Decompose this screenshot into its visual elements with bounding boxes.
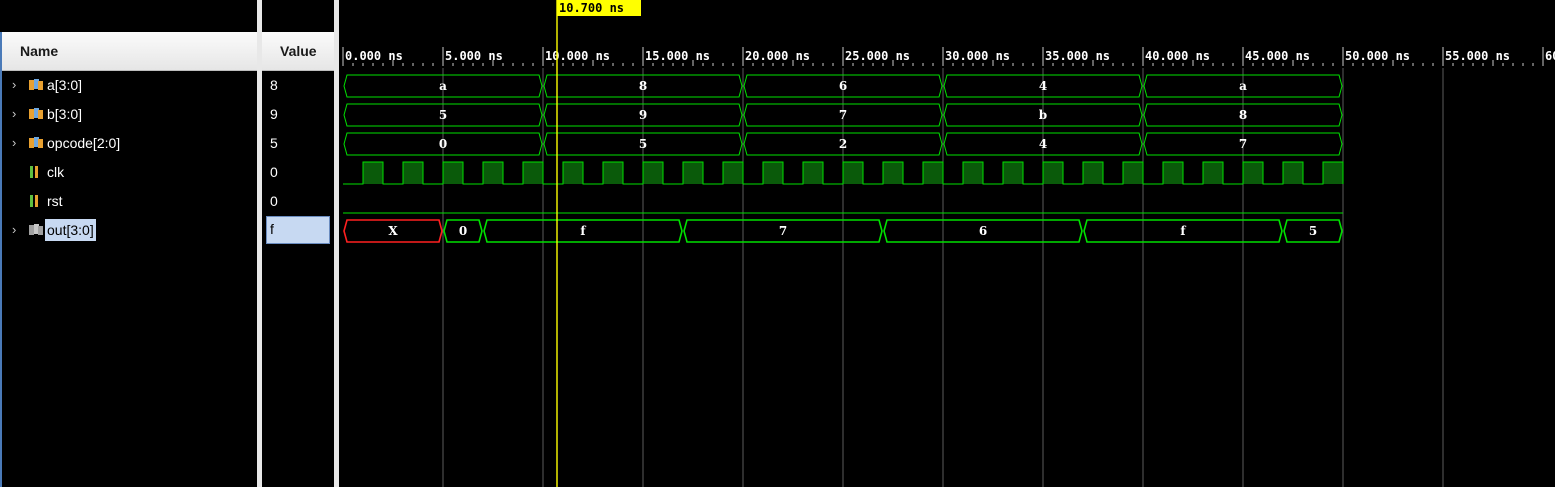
clock-high-pulse <box>1043 162 1063 184</box>
bus-value-label: 8 <box>1239 108 1247 122</box>
signal-row-rst[interactable]: rst <box>0 191 257 213</box>
clock-high-pulse <box>763 162 783 184</box>
name-column <box>0 0 257 487</box>
bit-icon <box>30 166 38 178</box>
waveform-canvas[interactable]: 0.000 ns 5.000 ns 10.000 ns 15.000 ns 20.000… <box>339 0 1555 487</box>
bus-value-label: 0 <box>439 137 447 151</box>
ruler-label: 50.000 ns <box>1345 49 1410 63</box>
bus-value-label: 8 <box>639 79 647 93</box>
clock-high-pulse <box>883 162 903 184</box>
scroll-edge <box>0 32 2 487</box>
signal-name: clk <box>47 164 65 180</box>
signal-row-opcode[interactable]: › opcode[2:0] <box>0 133 257 155</box>
bus-value-label: 7 <box>779 224 787 238</box>
signal-row-a[interactable]: › a[3:0] <box>0 75 257 97</box>
clock-high-pulse <box>1283 162 1303 184</box>
ruler-label: 15.000 ns <box>645 49 710 63</box>
signal-name: rst <box>47 193 63 209</box>
bus-icon <box>29 108 43 119</box>
bus-value-label: 7 <box>839 108 847 122</box>
clock-high-pulse <box>923 162 943 184</box>
ruler-label: 40.000 ns <box>1145 49 1210 63</box>
bus-value-label: 6 <box>839 79 847 93</box>
clock-high-pulse <box>523 162 543 184</box>
bus-value-label: 9 <box>639 108 647 122</box>
bus-value-label: 0 <box>459 224 467 238</box>
bus-value-label: f <box>1180 224 1186 238</box>
chevron-right-icon[interactable]: › <box>12 78 24 92</box>
bus-value-label: 5 <box>639 137 647 151</box>
clock-high-pulse <box>603 162 623 184</box>
signal-value: 8 <box>270 77 278 93</box>
signal-value: 5 <box>270 135 278 151</box>
clock-high-pulse <box>803 162 823 184</box>
bus-value-label: b <box>1039 108 1047 122</box>
signal-row-b[interactable]: › b[3:0] <box>0 104 257 126</box>
name-column-header[interactable]: Name <box>0 32 257 71</box>
bus-icon <box>29 137 43 148</box>
signal-row-clk[interactable]: clk <box>0 162 257 184</box>
clock-high-pulse <box>963 162 983 184</box>
clock-high-pulse <box>1323 162 1343 184</box>
clock-high-pulse <box>643 162 663 184</box>
clock-high-pulse <box>363 162 383 184</box>
chevron-right-icon[interactable]: › <box>12 107 24 121</box>
ruler-label: 10.000 ns <box>545 49 610 63</box>
signal-name: b[3:0] <box>47 106 83 122</box>
bus-output-icon <box>29 224 43 235</box>
clock-high-pulse <box>1243 162 1263 184</box>
ruler-label: 0.000 ns <box>345 49 403 63</box>
bus-value-label: a <box>1239 79 1247 93</box>
clock-high-pulse <box>443 162 463 184</box>
clock-high-pulse <box>1163 162 1183 184</box>
clock-high-pulse <box>843 162 863 184</box>
value-column-header[interactable]: Value <box>262 32 334 71</box>
bus-value-label: 4 <box>1039 79 1047 93</box>
clock-high-pulse <box>1083 162 1103 184</box>
signal-name: a[3:0] <box>47 77 83 93</box>
cursor-time-label: 10.700 ns <box>559 1 624 15</box>
clock-high-pulse <box>1123 162 1143 184</box>
signal-value: 9 <box>270 106 278 122</box>
ruler-label: 20.000 ns <box>745 49 810 63</box>
ruler-label: 25.000 ns <box>845 49 910 63</box>
ruler-label: 45.000 ns <box>1245 49 1310 63</box>
signal-value-selected[interactable]: f <box>266 216 330 244</box>
clock-high-pulse <box>723 162 743 184</box>
clock-high-pulse <box>563 162 583 184</box>
bus-value-label: 5 <box>439 108 447 122</box>
clock-high-pulse <box>483 162 503 184</box>
bus-value-label: 7 <box>1239 137 1247 151</box>
clock-high-pulse <box>1003 162 1023 184</box>
bus-value-label: a <box>439 79 447 93</box>
ruler-label: 5.000 ns <box>445 49 503 63</box>
bus-value-label: 6 <box>979 224 987 238</box>
bus-value-label: f <box>580 224 586 238</box>
bus-value-label: X <box>388 224 398 238</box>
ruler-label: 55.000 ns <box>1445 49 1510 63</box>
chevron-right-icon[interactable]: › <box>12 223 24 237</box>
clock-high-pulse <box>1203 162 1223 184</box>
bus-value-label: 4 <box>1039 137 1047 151</box>
bus-value-label: 2 <box>839 137 847 151</box>
signal-value: 0 <box>270 164 278 180</box>
signal-row-out[interactable]: › out[3:0] <box>0 219 257 241</box>
signal-name: opcode[2:0] <box>47 135 121 151</box>
signal-name: out[3:0] <box>45 219 96 241</box>
ruler-label: 30.000 ns <box>945 49 1010 63</box>
signal-value: 0 <box>270 193 278 209</box>
clock-high-pulse <box>683 162 703 184</box>
name-header-label: Name <box>20 43 59 59</box>
chevron-right-icon[interactable]: › <box>12 136 24 150</box>
ruler-label: 35.000 ns <box>1045 49 1110 63</box>
value-header-label: Value <box>280 43 317 59</box>
bus-icon <box>29 79 43 90</box>
bus-value-label: 5 <box>1309 224 1317 238</box>
clock-high-pulse <box>403 162 423 184</box>
ruler-label: 60 <box>1545 49 1555 63</box>
bit-icon <box>30 195 38 207</box>
